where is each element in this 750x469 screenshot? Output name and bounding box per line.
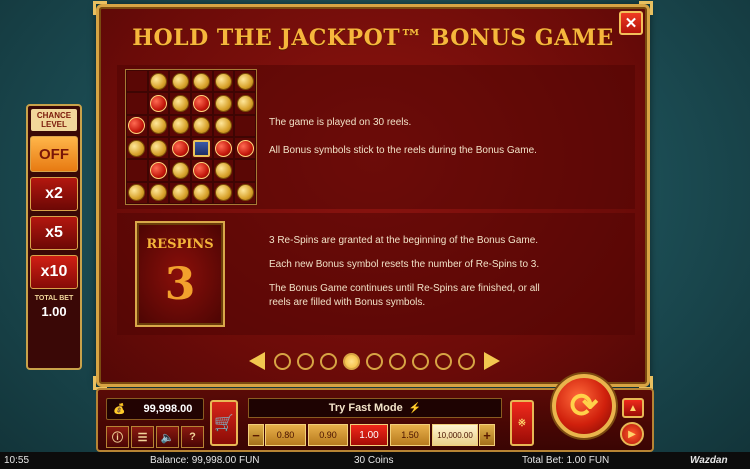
control-bar: 💰 99,998.00 ⓘ ☰ 🔈 ? 🛒 Try Fast Mode ⚡ − … xyxy=(96,374,654,452)
bet-option-max[interactable]: 10,000.00 xyxy=(432,424,478,446)
info-text-respins-granted: 3 Re-Spins are granted at the beginning … xyxy=(269,235,539,246)
page-dot[interactable] xyxy=(412,352,429,370)
page-dot[interactable] xyxy=(366,352,383,370)
page-dot[interactable] xyxy=(458,352,475,370)
bet-option[interactable]: 0.80 xyxy=(265,424,306,446)
help-button[interactable]: ? xyxy=(181,426,204,448)
sound-icon[interactable]: 🔈 xyxy=(156,426,179,448)
chance-level-panel: CHANCE LEVEL OFF x2 x5 x10 TOTAL BET 1.0… xyxy=(26,104,82,370)
reels-grid-image xyxy=(125,69,257,205)
respins-info-panel: RESPINS 3 3 Re-Spins are granted at the … xyxy=(117,213,635,335)
chance-off-button[interactable]: OFF xyxy=(30,136,78,172)
autoplay-icon[interactable]: ▲ xyxy=(622,398,644,418)
turbo-icon[interactable]: ※ xyxy=(510,400,534,446)
dialog-title: HOLD THE JACKPOT™ BONUS GAME xyxy=(132,25,614,51)
info-button[interactable]: ⓘ xyxy=(106,426,129,448)
money-bag-icon: 💰 xyxy=(113,403,126,415)
respins-label: RESPINS xyxy=(146,237,214,252)
bet-option[interactable]: 0.90 xyxy=(308,424,348,446)
balance-value: 99,998.00 xyxy=(143,403,193,415)
page-dot-active[interactable] xyxy=(343,352,360,370)
chance-x10-button[interactable]: x10 xyxy=(30,255,78,289)
status-coins: 30 Coins xyxy=(354,455,394,466)
info-text-respins-reset: Each new Bonus symbol resets the number … xyxy=(269,259,540,270)
chance-x5-button[interactable]: x5 xyxy=(30,216,78,250)
status-balance: Balance: 99,998.00 FUN xyxy=(150,455,260,466)
lightning-icon: ⚡ xyxy=(408,402,422,414)
bet-selector: − 0.80 0.90 1.00 1.50 10,000.00 + xyxy=(248,424,495,446)
brand-logo: Wazdan xyxy=(690,455,728,466)
balance-display: 💰 99,998.00 xyxy=(106,398,204,420)
page-dot[interactable] xyxy=(297,352,314,370)
info-text-sticky: All Bonus symbols stick to the reels dur… xyxy=(269,145,537,156)
chance-x2-button[interactable]: x2 xyxy=(30,177,78,211)
play-icon[interactable]: ▶ xyxy=(620,422,644,446)
close-button[interactable]: ✕ xyxy=(619,11,643,35)
fast-mode-button[interactable]: Try Fast Mode ⚡ xyxy=(248,398,502,418)
info-text-game-continues: The Bonus Game continues until Re-Spins … xyxy=(269,283,540,294)
next-page-arrow-icon[interactable] xyxy=(484,352,500,370)
respins-image: RESPINS 3 xyxy=(135,221,225,327)
menu-icon[interactable]: ☰ xyxy=(131,426,154,448)
page-dot[interactable] xyxy=(435,352,452,370)
bet-option[interactable]: 1.50 xyxy=(390,424,430,446)
respins-number: 3 xyxy=(164,259,196,310)
page-dot[interactable] xyxy=(274,352,291,370)
bet-decrease-button[interactable]: − xyxy=(248,424,264,446)
fast-mode-label: Try Fast Mode xyxy=(328,402,403,414)
info-text-game-continues-2: reels are filled with Bonus symbols. xyxy=(269,297,426,308)
info-text-reels: The game is played on 30 reels. xyxy=(269,117,412,128)
status-bar: 10:55 Balance: 99,998.00 FUN 30 Coins To… xyxy=(0,452,750,469)
pagination xyxy=(249,350,505,372)
page-dot[interactable] xyxy=(389,352,406,370)
bonus-info-dialog: HOLD THE JACKPOT™ BONUS GAME ✕ The game … xyxy=(93,1,653,390)
status-total-bet: Total Bet: 1.00 FUN xyxy=(522,455,610,466)
shopping-cart-icon[interactable]: 🛒 xyxy=(210,400,238,446)
reels-info-panel: The game is played on 30 reels. All Bonu… xyxy=(117,65,635,209)
total-bet-label: TOTAL BET xyxy=(34,295,74,302)
page-dot[interactable] xyxy=(320,352,337,370)
chance-level-title: CHANCE LEVEL xyxy=(31,109,77,131)
prev-page-arrow-icon[interactable] xyxy=(249,352,265,370)
spin-button[interactable]: ⟳ xyxy=(552,374,616,438)
bet-increase-button[interactable]: + xyxy=(479,424,495,446)
clock: 10:55 xyxy=(4,455,30,466)
total-bet-value: 1.00 xyxy=(41,304,67,319)
bet-option-selected[interactable]: 1.00 xyxy=(350,424,388,446)
